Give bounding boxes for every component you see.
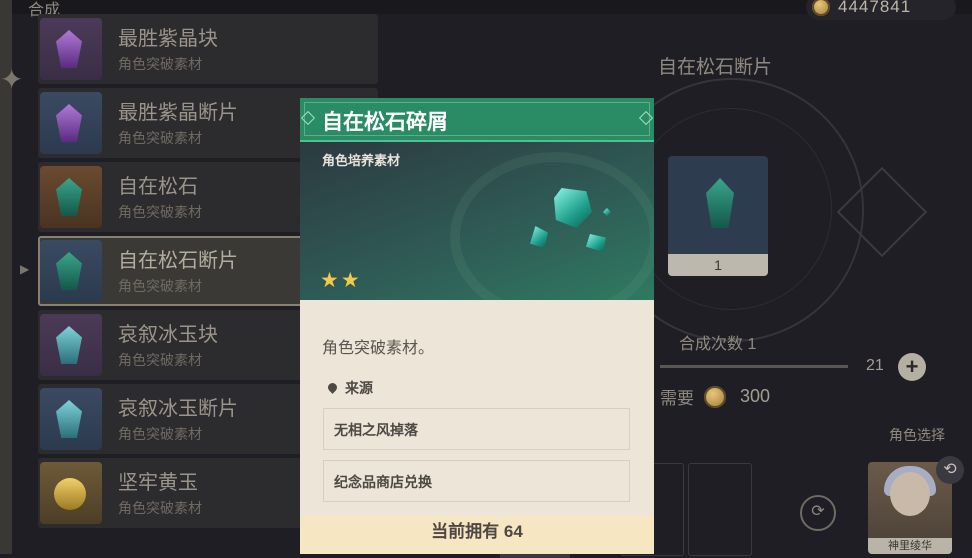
item-category: 角色培养素材	[322, 153, 401, 168]
ornament-left-icon	[300, 110, 316, 126]
material-icon	[40, 92, 102, 154]
avatar-name: 神里绫华	[868, 538, 952, 554]
gem-icon	[56, 252, 82, 290]
owned-label: 当前拥有	[431, 522, 500, 541]
result-item-card[interactable]: 1	[668, 156, 768, 276]
material-name: 自在松石断片	[118, 250, 238, 272]
material-slot[interactable]	[688, 463, 752, 556]
material-icon	[40, 18, 102, 80]
quantity-value: 21	[866, 357, 884, 374]
gem-icon	[56, 178, 82, 216]
owned-footer: 当前拥有 64	[300, 516, 654, 554]
material-name: 最胜紫晶断片	[118, 102, 238, 124]
source-item[interactable]: 纪念品商店兑换	[323, 460, 630, 502]
owned-count: 64	[503, 522, 523, 541]
material-name: 坚牢黄玉	[118, 472, 198, 494]
mora-amount: 4447841	[838, 0, 912, 16]
material-icon	[40, 240, 102, 302]
material-name: 哀叙冰玉块	[118, 324, 218, 346]
synthesis-target-title: 自在松石断片	[658, 57, 773, 78]
quantity-slider[interactable]	[660, 365, 848, 368]
gem-icon	[56, 326, 82, 364]
item-name: 自在松石碎屑	[322, 111, 448, 134]
tooltip-banner: 角色培养素材 ★★	[300, 142, 654, 300]
source-item[interactable]: 无相之风掉落	[323, 408, 630, 450]
selected-arrow-icon: ▶	[20, 262, 30, 276]
material-type: 角色突破素材	[118, 130, 202, 146]
source-title: 来源	[345, 380, 373, 396]
gem-icon	[54, 478, 86, 510]
sparkle-icon: ✦	[0, 64, 24, 95]
material-type: 角色突破素材	[118, 204, 202, 220]
material-type: 角色突破素材	[118, 500, 202, 516]
cost-row: 需要 300	[660, 384, 770, 409]
recycle-icon[interactable]: ⟳	[800, 495, 836, 531]
item-tooltip: 自在松石碎屑 角色培养素材 ★★ 角色突破素材。 来源 无相之风掉落 纪念品商店…	[300, 98, 654, 554]
material-type: 角色突破素材	[118, 56, 202, 72]
synthesis-times-label: 合成次数 1	[679, 336, 757, 353]
refresh-icon[interactable]: ⟲	[936, 456, 964, 484]
gem-icon	[56, 30, 82, 68]
material-icon	[40, 388, 102, 450]
material-name: 哀叙冰玉断片	[118, 398, 238, 420]
material-name: 自在松石	[118, 176, 198, 198]
emblem-watermark	[450, 152, 654, 300]
source-heading: 来源	[326, 378, 373, 398]
tooltip-header: 自在松石碎屑	[300, 98, 654, 142]
result-count: 1	[668, 254, 768, 276]
material-icon	[40, 314, 102, 376]
tooltip-body: 角色突破素材。 来源 无相之风掉落 纪念品商店兑换	[300, 300, 654, 516]
character-select-label: 角色选择	[889, 427, 945, 443]
material-name: 最胜紫晶块	[118, 28, 218, 50]
item-description: 角色突破素材。	[322, 340, 435, 357]
gem-icon	[56, 400, 82, 438]
mora-counter: 4447841	[806, 0, 956, 20]
turquoise-fragment-icon	[706, 178, 734, 228]
rarity-stars: ★★	[320, 269, 362, 292]
plus-button[interactable]: +	[898, 353, 926, 381]
material-list-item[interactable]: 最胜紫晶块角色突破素材	[38, 14, 378, 88]
cost-value: 300	[740, 386, 771, 406]
gem-icon	[56, 104, 82, 142]
material-type: 角色突破素材	[118, 278, 202, 294]
mora-coin-icon	[704, 385, 726, 408]
need-label: 需要	[660, 389, 694, 408]
mora-coin-icon	[812, 0, 830, 16]
material-icon	[40, 462, 102, 524]
material-type: 角色突破素材	[118, 426, 202, 442]
material-type: 角色突破素材	[118, 352, 202, 368]
ornament-right-icon	[638, 110, 654, 126]
material-icon	[40, 166, 102, 228]
location-pin-icon	[326, 380, 339, 394]
avatar-face	[890, 472, 930, 516]
